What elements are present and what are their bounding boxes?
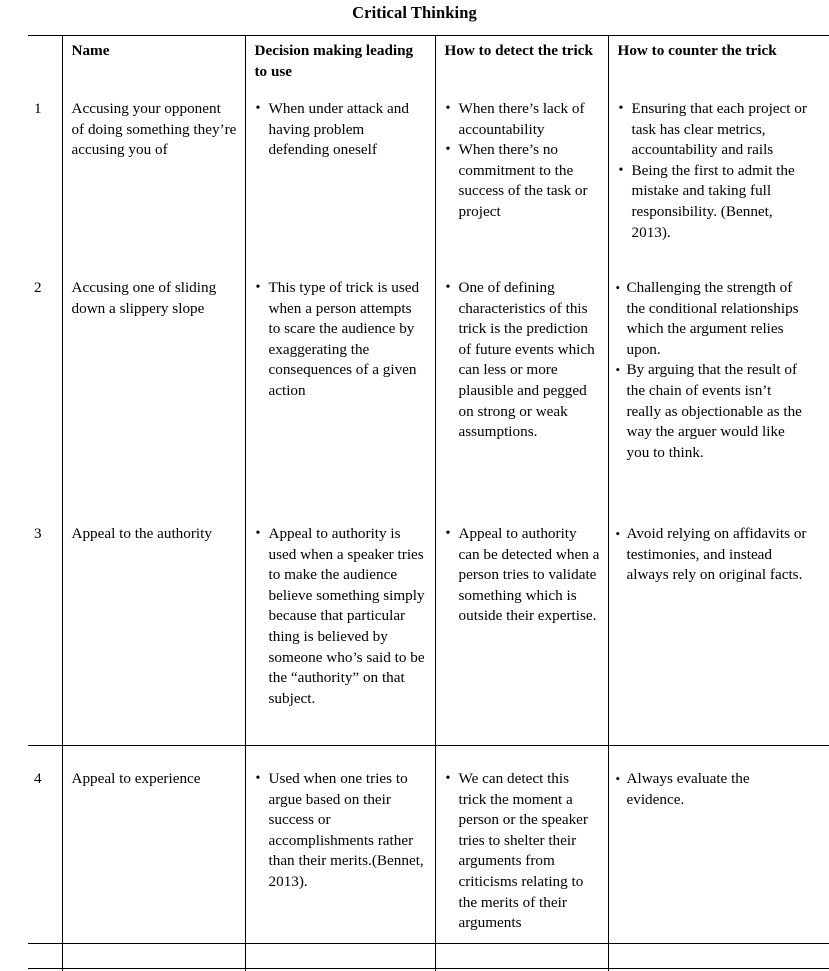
list-item: One of defining characteristics of this … (445, 278, 600, 443)
header-cell-name: Name (61, 35, 245, 93)
name-text: Appeal to the authority (71, 525, 212, 542)
table-rule-row3-row4 (28, 745, 829, 746)
row-counter: Challenging the strength of the conditio… (607, 272, 815, 518)
list-item: Avoid relying on affidavits or testimoni… (616, 524, 808, 586)
row-decision: Appeal to authority is used when a speak… (244, 518, 435, 763)
list-item: By arguing that the result of the chain … (616, 360, 808, 463)
row-number: 2 (33, 279, 42, 296)
row-number: 1 (33, 100, 42, 117)
list-item: Used when one tries to argue based on th… (255, 769, 427, 893)
row-counter: We can counter this (607, 966, 815, 971)
row-name: Appeal to the authority (61, 518, 245, 763)
list-item: When under attack and having problem def… (255, 99, 427, 161)
table-rule-row4-row5 (28, 943, 829, 944)
decision-list: This type of trick is used when a person… (255, 278, 427, 402)
row-detect: We can detect this trick the moment a pe… (434, 763, 608, 966)
row-name: Accusing your opponent of doing somethin… (61, 93, 245, 272)
row-detect: Appeal to authority can be detected when… (434, 518, 608, 763)
table-row: 3 Appeal to the authority Appeal to auth… (14, 518, 815, 763)
row-decision: When under attack and having problem def… (244, 93, 435, 272)
header-cell-decision: Decision making leading to use (244, 35, 435, 93)
list-item: We can detect this trick the moment a pe… (445, 769, 600, 934)
row-number: 4 (33, 770, 42, 787)
list-item: Challenging the strength of the conditio… (616, 278, 808, 360)
detect-list: When there’s lack of accountability When… (445, 99, 600, 223)
list-item: When there’s lack of accountability (445, 99, 600, 140)
list-item: When there’s no commitment to the succes… (445, 140, 600, 222)
decision-list: When under attack and having problem def… (255, 99, 427, 161)
row-counter: Avoid relying on affidavits or testimoni… (607, 518, 815, 763)
page-title: Critical Thinking (352, 3, 477, 22)
name-text: Accusing your opponent of doing somethin… (71, 100, 237, 159)
name-text: Accusing one of sliding down a slippery … (71, 279, 217, 317)
list-item: Appeal to authority is used when a speak… (255, 524, 427, 709)
row-detect: When there’s lack of accountability When… (434, 93, 608, 272)
row-name: Accusing one of sliding down a slippery … (61, 272, 245, 518)
row-decision: Appeal to fear is (244, 966, 435, 971)
table-rule-top (28, 35, 829, 36)
counter-list: Avoid relying on affidavits or testimoni… (616, 524, 808, 586)
list-item: This type of trick is used when a person… (255, 278, 427, 402)
row-decision: Used when one tries to argue based on th… (244, 763, 435, 966)
header-cell-detect: How to detect the trick (434, 35, 608, 93)
row-name: Appeal to experience (61, 763, 245, 966)
table-row: 4 Appeal to experience Used when one tri… (14, 763, 815, 966)
detect-list: One of defining characteristics of this … (445, 278, 600, 443)
critical-thinking-table-container: Name Decision making leading to use How … (14, 35, 829, 971)
decision-list: Appeal to authority is used when a speak… (255, 524, 427, 709)
document-page: Critical Thinking Name Decision making l… (0, 0, 829, 971)
header-cell-number (14, 35, 62, 93)
row-detect: One of defining characteristics of this … (434, 272, 608, 518)
detect-list: Appeal to authority can be detected when… (445, 524, 600, 627)
header-cell-counter: How to counter the trick (607, 35, 815, 93)
table-header-row: Name Decision making leading to use How … (14, 35, 815, 93)
list-item: Ensuring that each project or task has c… (618, 99, 808, 161)
critical-thinking-table: Name Decision making leading to use How … (14, 35, 815, 971)
counter-list: Always evaluate the evidence. (616, 769, 808, 810)
row-counter: Always evaluate the evidence. (607, 763, 815, 966)
table-row: 2 Accusing one of sliding down a slipper… (14, 272, 815, 518)
list-item: Always evaluate the evidence. (616, 769, 808, 810)
counter-list: Ensuring that each project or task has c… (618, 99, 808, 243)
table-row: 1 Accusing your opponent of doing someth… (14, 93, 815, 272)
name-text: Appeal to experience (71, 770, 201, 787)
list-item: Appeal to authority can be detected when… (445, 524, 600, 627)
decision-list: Used when one tries to argue based on th… (255, 769, 427, 893)
row-number: 3 (33, 525, 42, 542)
row-detect: One of the (434, 966, 608, 971)
counter-list: Challenging the strength of the conditio… (616, 278, 808, 463)
detect-list: We can detect this trick the moment a pe… (445, 769, 600, 934)
row-decision: This type of trick is used when a person… (244, 272, 435, 518)
list-item: Being the first to admit the mistake and… (618, 161, 808, 243)
row-counter: Ensuring that each project or task has c… (607, 93, 815, 272)
